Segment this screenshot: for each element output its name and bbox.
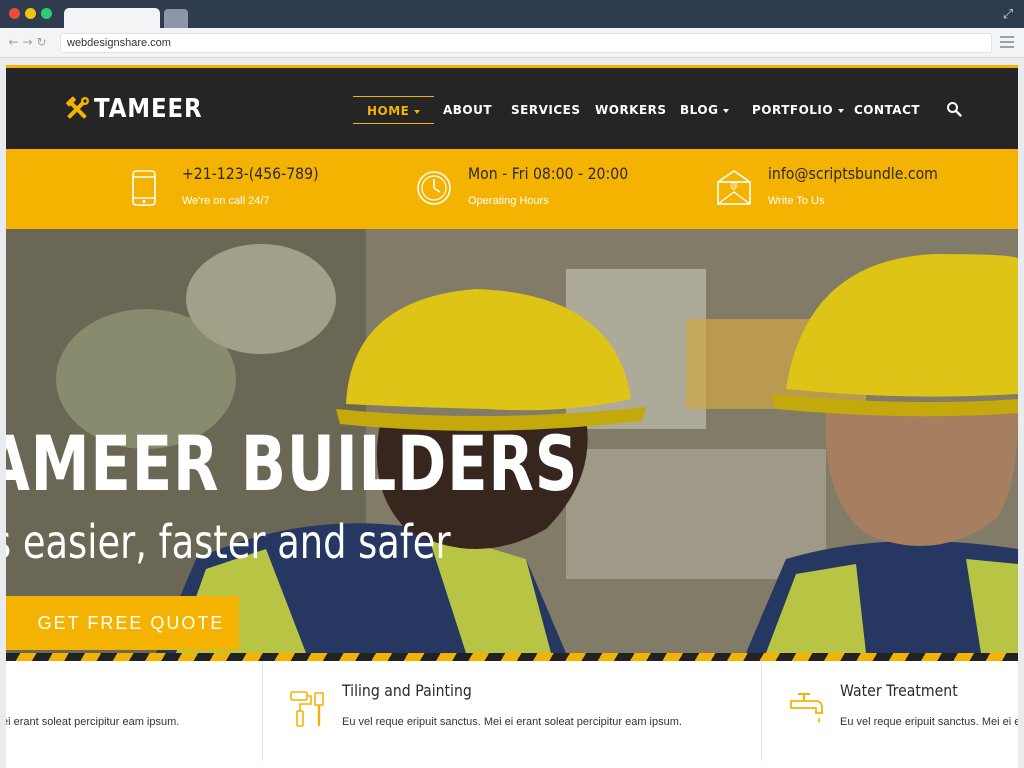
info-hours-sub: Operating Hours xyxy=(468,195,549,207)
services-strip: ei erant soleat percipitur eam ipsum. Ti… xyxy=(6,661,1018,768)
close-window-button[interactable] xyxy=(9,8,20,19)
info-phone: +21-123-(456-789) We're on call 24/7 xyxy=(130,164,350,214)
info-phone-title: +21-123-(456-789) xyxy=(182,164,319,183)
minimize-window-button[interactable] xyxy=(25,8,36,19)
chevron-down-icon xyxy=(414,109,421,114)
hero-subtitle: s easier, faster and safer xyxy=(6,515,451,569)
nav-portfolio[interactable]: PORTFOLIO xyxy=(752,96,845,124)
service-text: Eu vel reque eripuit sanctus. Mei ei er xyxy=(840,716,1018,728)
site-logo[interactable]: TAMEER xyxy=(64,93,217,125)
info-hours-title: Mon - Fri 08:00 - 20:00 xyxy=(468,164,629,183)
browser-tab-active[interactable] xyxy=(64,8,160,28)
hero-title: AMEER BUILDERS xyxy=(6,419,579,508)
service-card-tiling[interactable]: Tiling and Painting Eu vel reque eripuit… xyxy=(263,661,762,761)
fullscreen-icon[interactable]: ⤢ xyxy=(1000,6,1016,22)
phone-icon xyxy=(132,170,156,206)
service-title: Water Treatment xyxy=(840,681,958,700)
chevron-down-icon xyxy=(723,108,730,113)
info-email: @ info@scriptsbundle.com Write To Us xyxy=(716,164,976,214)
info-email-title[interactable]: info@scriptsbundle.com xyxy=(768,164,938,183)
hazard-stripe-divider xyxy=(6,653,1018,661)
service-text: ei erant soleat percipitur eam ipsum. xyxy=(6,716,180,728)
site-header: TAMEER HOME ABOUT SERVICES WORKERS BLOG … xyxy=(6,65,1018,149)
browser-new-tab[interactable] xyxy=(164,9,188,28)
logo-text: TAMEER xyxy=(94,94,203,124)
browser-menu-icon[interactable] xyxy=(1000,36,1014,48)
nav-home[interactable]: HOME xyxy=(353,96,435,124)
reload-icon[interactable]: ↻ xyxy=(36,35,50,49)
search-icon[interactable] xyxy=(946,101,962,117)
contact-info-bar: +21-123-(456-789) We're on call 24/7 Mon… xyxy=(6,149,1018,229)
water-tap-icon xyxy=(790,693,823,723)
envelope-icon: @ xyxy=(717,170,751,205)
service-card-water[interactable]: Water Treatment Eu vel reque eripuit san… xyxy=(762,661,1018,761)
browser-toolbar: ←→↻ webdesignshare.com xyxy=(0,28,1024,58)
back-arrow-icon[interactable]: ← xyxy=(8,35,22,49)
nav-portfolio-label: PORTFOLIO xyxy=(752,103,834,117)
info-phone-sub: We're on call 24/7 xyxy=(182,195,270,207)
forward-arrow-icon[interactable]: → xyxy=(22,35,36,49)
clock-icon xyxy=(417,171,451,205)
tools-icon xyxy=(66,96,89,119)
get-free-quote-button[interactable]: GET FREE QUOTE xyxy=(6,596,239,650)
nav-workers[interactable]: WORKERS xyxy=(595,96,667,124)
chevron-down-icon xyxy=(838,108,845,113)
website-viewport: TAMEER HOME ABOUT SERVICES WORKERS BLOG … xyxy=(6,65,1018,768)
paint-roller-icon xyxy=(290,691,324,727)
service-text: Eu vel reque eripuit sanctus. Mei ei era… xyxy=(342,716,682,728)
browser-titlebar: ⤢ xyxy=(0,0,1024,28)
hero-banner: AMEER BUILDERS s easier, faster and safe… xyxy=(6,229,1018,653)
service-card[interactable]: ei erant soleat percipitur eam ipsum. xyxy=(6,661,263,761)
info-hours: Mon - Fri 08:00 - 20:00 Operating Hours xyxy=(416,164,676,214)
nav-contact[interactable]: CONTACT xyxy=(854,96,920,124)
maximize-window-button[interactable] xyxy=(41,8,52,19)
nav-blog[interactable]: BLOG xyxy=(680,96,730,124)
nav-services[interactable]: SERVICES xyxy=(511,96,580,124)
nav-blog-label: BLOG xyxy=(680,103,719,117)
address-bar[interactable]: webdesignshare.com xyxy=(60,33,992,53)
service-title: Tiling and Painting xyxy=(342,681,472,700)
nav-about[interactable]: ABOUT xyxy=(443,96,492,124)
info-email-sub: Write To Us xyxy=(768,195,825,207)
svg-text:@: @ xyxy=(730,181,738,190)
nav-home-label: HOME xyxy=(367,104,410,118)
